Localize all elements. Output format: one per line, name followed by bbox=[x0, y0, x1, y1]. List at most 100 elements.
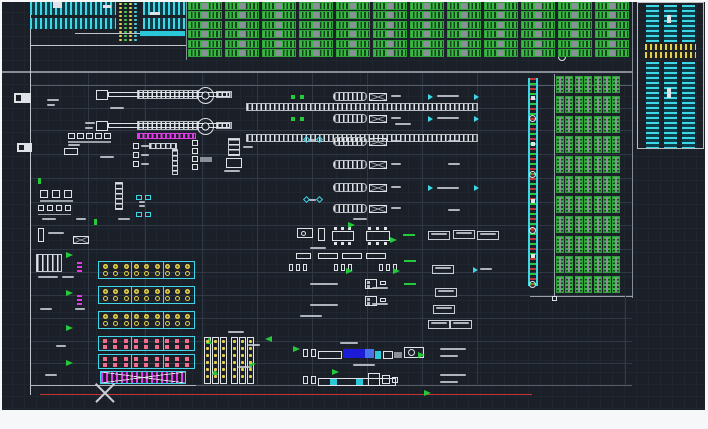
text-blip[interactable] bbox=[300, 315, 322, 317]
rack-cell[interactable] bbox=[556, 216, 564, 233]
flow-arrow[interactable] bbox=[293, 346, 300, 352]
equipment-outline[interactable] bbox=[56, 205, 62, 211]
rack-cell[interactable] bbox=[575, 276, 583, 293]
clamp-marker[interactable] bbox=[136, 212, 142, 217]
workstation-row[interactable] bbox=[98, 336, 195, 351]
equipment-outline[interactable] bbox=[226, 158, 242, 168]
rack-cell[interactable] bbox=[603, 176, 611, 193]
flow-arrow[interactable] bbox=[393, 268, 400, 274]
green-marker[interactable] bbox=[404, 260, 416, 262]
conveyor-strip[interactable] bbox=[30, 18, 116, 29]
rack-cell[interactable] bbox=[484, 49, 518, 57]
fill-shape[interactable] bbox=[384, 242, 387, 245]
fill-shape[interactable] bbox=[368, 242, 371, 245]
fill-shape[interactable] bbox=[367, 302, 370, 305]
text-blip[interactable] bbox=[391, 140, 401, 142]
rack-cell[interactable] bbox=[603, 76, 611, 93]
crossed-box[interactable] bbox=[73, 236, 89, 244]
equipment-outline[interactable] bbox=[47, 205, 53, 211]
flow-arrow[interactable] bbox=[346, 268, 353, 274]
rack-cell[interactable] bbox=[556, 196, 564, 213]
rack-cell[interactable] bbox=[612, 236, 620, 253]
rack-cell[interactable] bbox=[595, 30, 629, 38]
text-blip[interactable] bbox=[141, 154, 149, 156]
fill-shape[interactable] bbox=[376, 227, 379, 230]
equipment-outline[interactable] bbox=[192, 156, 198, 162]
rack-cell[interactable] bbox=[336, 11, 370, 19]
equipment-outline[interactable] bbox=[386, 264, 390, 271]
equipment-outline[interactable] bbox=[311, 349, 316, 357]
crossed-box[interactable] bbox=[369, 184, 387, 192]
rack-cell[interactable] bbox=[603, 116, 611, 133]
text-blip[interactable] bbox=[437, 95, 459, 97]
conveyor-strip[interactable] bbox=[30, 2, 116, 15]
text-blip[interactable] bbox=[224, 170, 240, 172]
rack-cell[interactable] bbox=[565, 156, 573, 173]
rack-cell[interactable] bbox=[373, 49, 407, 57]
equipment-outline[interactable] bbox=[64, 190, 72, 198]
flow-arrow[interactable] bbox=[66, 290, 73, 296]
rack-cell[interactable] bbox=[603, 136, 611, 153]
text-blip[interactable] bbox=[40, 308, 52, 310]
rack-cell[interactable] bbox=[447, 2, 481, 10]
equipment-outline[interactable] bbox=[95, 133, 102, 139]
text-blip[interactable] bbox=[56, 345, 66, 347]
cyan-triangle-marker[interactable] bbox=[474, 94, 479, 100]
rack-cell[interactable] bbox=[447, 21, 481, 29]
rack-cell[interactable] bbox=[521, 49, 555, 57]
flow-arrow[interactable] bbox=[332, 369, 339, 375]
flow-arrow[interactable] bbox=[265, 336, 272, 342]
rack-cell[interactable] bbox=[556, 96, 564, 113]
green-marker[interactable] bbox=[300, 95, 304, 99]
equipment-outline[interactable] bbox=[38, 205, 44, 211]
text-blip[interactable] bbox=[76, 218, 86, 220]
equipment-outline[interactable] bbox=[368, 373, 380, 386]
rack-cell[interactable] bbox=[447, 11, 481, 19]
ladder-rack[interactable] bbox=[36, 254, 62, 272]
rack-cell[interactable] bbox=[299, 40, 333, 48]
rack-cell[interactable] bbox=[410, 2, 444, 10]
fill-shape[interactable] bbox=[348, 242, 351, 245]
fill-shape[interactable] bbox=[367, 285, 370, 288]
rack-column[interactable] bbox=[558, 2, 592, 58]
rack-cell[interactable] bbox=[595, 11, 629, 19]
grid-bubble-tag[interactable] bbox=[14, 93, 31, 103]
equipment-outline[interactable] bbox=[77, 133, 84, 139]
rack-column[interactable] bbox=[299, 2, 333, 58]
rack-cell[interactable] bbox=[556, 136, 564, 153]
rack-cell[interactable] bbox=[612, 116, 620, 133]
rack-cell[interactable] bbox=[595, 49, 629, 57]
equipment-outline[interactable] bbox=[96, 121, 108, 131]
text-blip[interactable] bbox=[448, 140, 460, 142]
rack-cell[interactable] bbox=[558, 11, 592, 19]
rack-cell[interactable] bbox=[225, 30, 259, 38]
rack-row[interactable] bbox=[556, 76, 622, 93]
rack-cell[interactable] bbox=[594, 156, 602, 173]
rack-cell[interactable] bbox=[594, 216, 602, 233]
rack-cell[interactable] bbox=[336, 40, 370, 48]
rack-cell[interactable] bbox=[575, 136, 583, 153]
crossed-box[interactable] bbox=[369, 205, 387, 213]
rack-row[interactable] bbox=[556, 116, 622, 133]
rack-row[interactable] bbox=[556, 236, 622, 253]
equipment-outline[interactable] bbox=[341, 264, 345, 271]
rack-cell[interactable] bbox=[594, 236, 602, 253]
rack-cell[interactable] bbox=[603, 156, 611, 173]
marker-circle[interactable] bbox=[301, 231, 306, 236]
rack-cell[interactable] bbox=[612, 216, 620, 233]
equipment-outline[interactable] bbox=[96, 90, 108, 100]
machine-capsule[interactable] bbox=[333, 92, 367, 101]
equipment-outline[interactable] bbox=[382, 375, 390, 384]
equipment-outline[interactable] bbox=[303, 376, 308, 384]
text-blip[interactable] bbox=[391, 117, 401, 119]
grid-bubble-tag[interactable] bbox=[17, 143, 32, 152]
text-blip[interactable] bbox=[391, 95, 401, 97]
rack-cell[interactable] bbox=[575, 76, 583, 93]
equipment-outline[interactable] bbox=[383, 351, 393, 359]
text-blip[interactable] bbox=[440, 355, 458, 357]
rack-cell[interactable] bbox=[373, 40, 407, 48]
rack-cell[interactable] bbox=[584, 136, 592, 153]
rack-column[interactable] bbox=[447, 2, 481, 58]
rack-cell[interactable] bbox=[575, 176, 583, 193]
rack-cell[interactable] bbox=[594, 136, 602, 153]
